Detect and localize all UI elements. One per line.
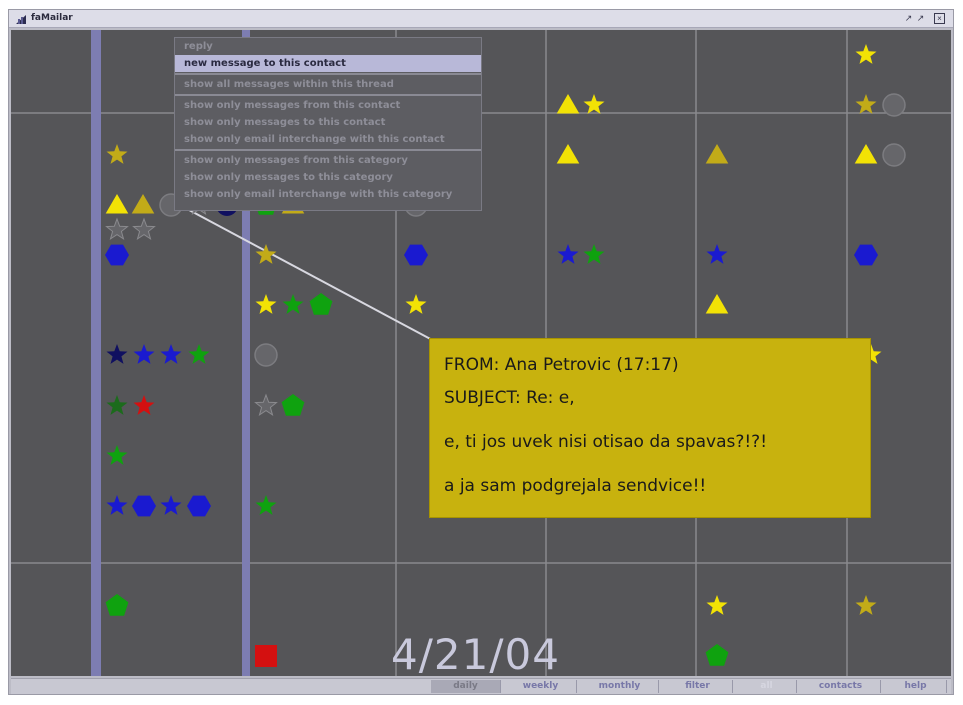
message-star-glyph[interactable]: [105, 217, 129, 241]
tab-contacts[interactable]: contacts: [801, 680, 881, 693]
message-pentagon-glyph[interactable]: [309, 293, 333, 315]
context-menu: reply new message to this contact show all…: [174, 37, 482, 211]
tooltip-from: FROM: Ana Petrovic (17:17): [444, 355, 679, 375]
message-timeline-canvas[interactable]: reply new message to this contact show all…: [11, 30, 951, 676]
message-pentagon-glyph[interactable]: [105, 594, 129, 616]
tooltip-body-line1: e, ti jos uvek nisi otisao da spavas?!?!: [444, 432, 768, 452]
menu-item-show-only-messages-to-this-category[interactable]: show only messages to this category: [175, 169, 481, 186]
menu-item-show-only-email-interchange-with-this-category[interactable]: show only email interchange with this ca…: [175, 186, 481, 203]
message-triangle-glyph[interactable]: [556, 144, 580, 164]
message-star-glyph[interactable]: [133, 395, 155, 415]
message-star-glyph[interactable]: [106, 445, 128, 465]
message-star-glyph[interactable]: [106, 495, 128, 515]
message-star-glyph[interactable]: [557, 244, 579, 264]
message-hexagon-glyph[interactable]: [105, 244, 129, 266]
message-triangle-glyph[interactable]: [556, 94, 580, 114]
menu-item-show-only-messages-from-this-contact[interactable]: show only messages from this contact: [175, 97, 481, 114]
message-star-glyph[interactable]: [106, 395, 128, 415]
menu-item-show-only-messages-from-this-category[interactable]: show only messages from this category: [175, 152, 481, 169]
message-tooltip: FROM: Ana Petrovic (17:17) SUBJECT: Re: …: [429, 338, 871, 518]
message-circle-glyph[interactable]: [882, 143, 906, 167]
app-title: faMailar: [31, 13, 73, 23]
menu-item-new-message-to-this-contact[interactable]: new message to this contact: [175, 55, 481, 72]
tab-help[interactable]: help: [885, 680, 947, 693]
tab-weekly[interactable]: weekly: [505, 680, 577, 693]
menu-separator: [175, 94, 481, 96]
message-triangle-glyph[interactable]: [705, 294, 729, 314]
message-star-glyph[interactable]: [255, 244, 277, 264]
message-star-glyph[interactable]: [583, 244, 605, 264]
message-star-glyph[interactable]: [106, 344, 128, 364]
title-bar: faMailar ↗ ↗ ×: [9, 10, 953, 28]
message-star-glyph[interactable]: [706, 595, 728, 615]
menu-item-show-only-messages-to-this-contact[interactable]: show only messages to this contact: [175, 114, 481, 131]
message-star-glyph[interactable]: [132, 217, 156, 241]
message-star-glyph[interactable]: [106, 144, 128, 164]
menu-item-show-all-messages-within-this-thread[interactable]: show all messages within this thread: [175, 76, 481, 93]
message-hexagon-glyph[interactable]: [132, 495, 156, 517]
message-pentagon-glyph[interactable]: [281, 394, 305, 416]
menu-separator: [175, 149, 481, 151]
message-star-glyph[interactable]: [254, 393, 278, 417]
message-star-glyph[interactable]: [855, 44, 877, 64]
message-circle-glyph[interactable]: [254, 343, 278, 367]
message-star-glyph[interactable]: [706, 244, 728, 264]
message-star-glyph[interactable]: [405, 294, 427, 314]
message-circle-glyph[interactable]: [882, 93, 906, 117]
message-hexagon-glyph[interactable]: [404, 244, 428, 266]
date-label: 4/21/04: [391, 630, 560, 676]
message-star-glyph[interactable]: [583, 94, 605, 114]
message-star-glyph[interactable]: [255, 294, 277, 314]
message-star-glyph[interactable]: [160, 495, 182, 515]
menu-item-reply[interactable]: reply: [175, 38, 481, 55]
message-triangle-glyph[interactable]: [705, 144, 729, 164]
message-star-glyph[interactable]: [282, 294, 304, 314]
message-triangle-glyph[interactable]: [131, 194, 155, 214]
message-square-glyph[interactable]: [255, 645, 277, 667]
message-star-glyph[interactable]: [133, 344, 155, 364]
message-star-glyph[interactable]: [255, 495, 277, 515]
tab-daily[interactable]: daily: [431, 680, 501, 693]
message-pentagon-glyph[interactable]: [705, 644, 729, 666]
minimize-icon[interactable]: ↗: [903, 13, 914, 24]
message-triangle-glyph[interactable]: [105, 194, 129, 214]
tab-filter[interactable]: filter: [663, 680, 733, 693]
message-triangle-glyph[interactable]: [854, 144, 878, 164]
tab-all[interactable]: all: [737, 680, 797, 693]
view-tab-bar: daily weekly monthly filter all contacts help: [11, 678, 951, 694]
tooltip-body-line2: a ja sam podgrejala sendvice!!: [444, 476, 707, 496]
maximize-icon[interactable]: ↗: [915, 13, 926, 24]
message-star-glyph[interactable]: [188, 344, 210, 364]
message-star-glyph[interactable]: [855, 94, 877, 114]
app-logo-icon: [16, 15, 26, 24]
close-icon[interactable]: ×: [934, 13, 945, 24]
app-window: faMailar ↗ ↗ × reply new message to this …: [8, 9, 954, 695]
message-star-glyph[interactable]: [160, 344, 182, 364]
message-hexagon-glyph[interactable]: [187, 495, 211, 517]
menu-separator: [175, 73, 481, 75]
menu-item-show-only-email-interchange-with-this-contact[interactable]: show only email interchange with this co…: [175, 131, 481, 148]
message-star-glyph[interactable]: [855, 595, 877, 615]
tab-monthly[interactable]: monthly: [581, 680, 659, 693]
message-hexagon-glyph[interactable]: [854, 244, 878, 266]
tooltip-subject: SUBJECT: Re: e,: [444, 388, 575, 408]
